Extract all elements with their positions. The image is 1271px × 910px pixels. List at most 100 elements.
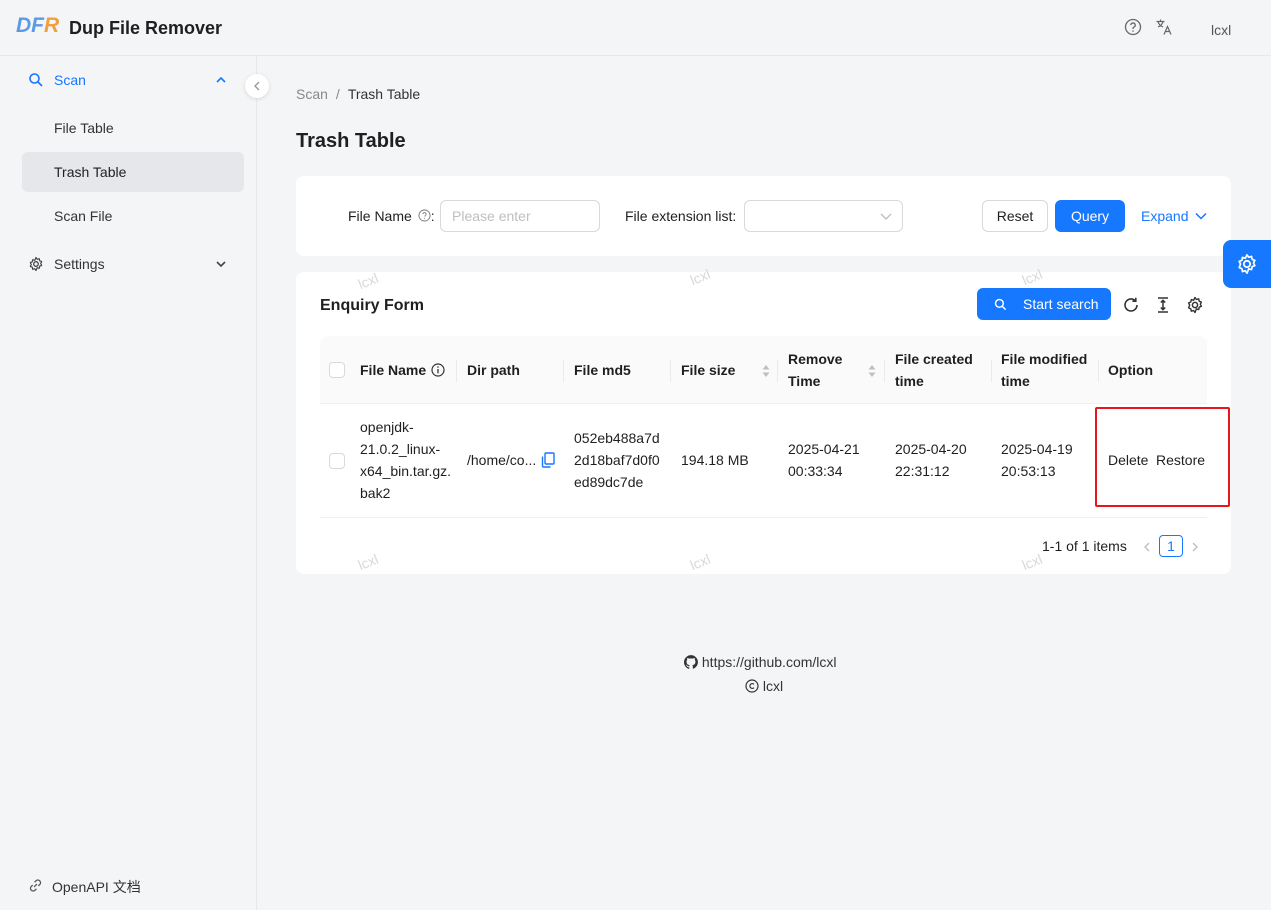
file-name-input[interactable]: Please enter [440,200,600,232]
column-height-icon[interactable] [1154,296,1172,314]
date-line: 2025-04-20 [895,441,967,457]
sidebar-item-scan-file[interactable]: Scan File [22,196,244,236]
filter-card: File Name : Please enter File extension … [296,176,1231,256]
date-line: 2025-04-19 [1001,441,1073,457]
chevron-down-icon [216,261,226,268]
gear-icon [29,256,43,272]
sidebar-item-label: File Table [54,120,114,136]
date-line: 2025-04-21 [788,441,860,457]
watermark: lcxl [355,550,381,574]
setting-icon[interactable] [1186,296,1204,314]
github-icon [683,655,698,669]
file-name-filter-label: File Name : [348,208,435,224]
time-line: 00:33:34 [788,463,843,479]
file-name-line: openjdk- [360,419,414,435]
remove-time-cell: 2025-04-21 00:33:34 [788,438,860,482]
watermark: lcxl [687,550,713,574]
column-header-file-size[interactable]: File size [681,336,735,404]
github-link-text: https://github.com/lcxl [701,654,837,670]
extension-select[interactable] [744,200,903,232]
column-label: File created [895,351,973,367]
column-header-remove-time[interactable]: Remove Time [788,336,842,404]
query-button[interactable]: Query [1055,200,1125,232]
md5-line: 052eb488a7d [574,430,660,446]
sort-icon[interactable] [761,363,771,379]
pagination-summary: 1-1 of 1 items [1042,538,1127,554]
file-name-link[interactable]: openjdk- 21.0.2_linux- x64_bin.tar.gz. b… [360,416,451,504]
gear-icon [1238,253,1256,275]
column-divider [884,360,885,382]
table-title: Enquiry Form [320,297,425,314]
column-divider [777,360,778,382]
time-line: 20:53:13 [1001,463,1056,479]
sidebar-item-trash-table[interactable]: Trash Table [22,152,244,192]
watermark: lcxl [1019,265,1045,289]
table-card: Enquiry Form Start search File Name Dir … [296,266,1231,574]
row-checkbox[interactable] [329,453,345,469]
pagination-page[interactable]: 1 [1159,535,1183,557]
column-divider [670,360,671,382]
md5-line: ed89dc7de [574,474,644,490]
page-title: Trash Table [296,130,406,152]
column-label: time [1001,373,1030,389]
reset-button[interactable]: Reset [982,200,1048,232]
sidebar-item-file-table[interactable]: File Table [22,108,244,148]
breadcrumb: Scan / Trash Table [296,86,420,102]
breadcrumb-parent[interactable]: Scan [296,86,328,102]
watermark: lcxl [687,265,713,289]
start-search-button[interactable]: Start search [977,288,1111,320]
github-link[interactable]: https://github.com/lcxl [683,654,837,670]
md5-line: 2d18baf7d0f0 [574,452,660,468]
table-row: openjdk- 21.0.2_linux- x64_bin.tar.gz. b… [320,404,1207,518]
copyright: lcxl [745,678,783,694]
chevron-up-icon [216,76,226,83]
pagination-next-icon[interactable] [1190,541,1200,553]
label-colon: : [430,208,435,224]
table-header: File Name Dir path File md5 File size Re… [320,336,1207,404]
column-label: File Name [360,362,427,378]
sidebar-item-settings[interactable]: Settings [22,244,244,284]
search-icon [994,298,1007,311]
sidebar-item-settings-label: Settings [54,256,105,272]
copy-icon[interactable] [541,452,555,468]
translate-icon[interactable] [1155,18,1173,36]
file-name-line: 21.0.2_linux- [360,441,441,457]
chevron-left-icon [254,81,260,91]
top-bar: DFR Dup File Remover lcxl [0,0,1271,56]
pagination-prev-icon[interactable] [1142,541,1152,553]
column-divider [991,360,992,382]
time-line: 22:31:12 [895,463,950,479]
column-header-option: Option [1108,362,1154,378]
link-icon [29,879,42,892]
column-divider [456,360,457,382]
file-name-line: bak2 [360,485,391,501]
expand-label: Expand [1141,208,1189,224]
file-size-cell: 194.18 MB [681,452,749,468]
extension-filter-label: File extension list: [625,208,736,224]
sidebar-collapse-button[interactable] [245,74,269,98]
sort-icon[interactable] [867,363,877,379]
sidebar-item-scan[interactable]: Scan [22,60,244,100]
settings-drawer-button[interactable] [1223,240,1271,288]
sidebar-item-scan-label: Scan [54,72,86,88]
question-circle-icon[interactable] [418,209,431,222]
reload-icon[interactable] [1122,296,1140,314]
sidebar-item-label: Scan File [54,208,113,224]
ext-label-text: File extension list [625,208,733,224]
label-colon: : [732,208,737,224]
column-divider [563,360,564,382]
sidebar-item-label: Trash Table [54,164,127,180]
breadcrumb-separator: / [335,86,340,102]
user-name[interactable]: lcxl [1211,22,1231,38]
help-icon[interactable] [1124,18,1142,36]
column-label: Time [788,373,821,389]
expand-toggle[interactable]: Expand [1141,208,1207,224]
modified-time-cell: 2025-04-19 20:53:13 [1001,438,1073,482]
copyright-text: lcxl [762,678,784,694]
app-logo[interactable]: DFR [16,14,59,38]
chevron-down-icon [1195,212,1207,220]
select-all-checkbox[interactable] [329,362,345,378]
info-circle-icon[interactable] [431,363,445,377]
created-time-cell: 2025-04-20 22:31:12 [895,438,967,482]
watermark: lcxl [1019,550,1045,574]
